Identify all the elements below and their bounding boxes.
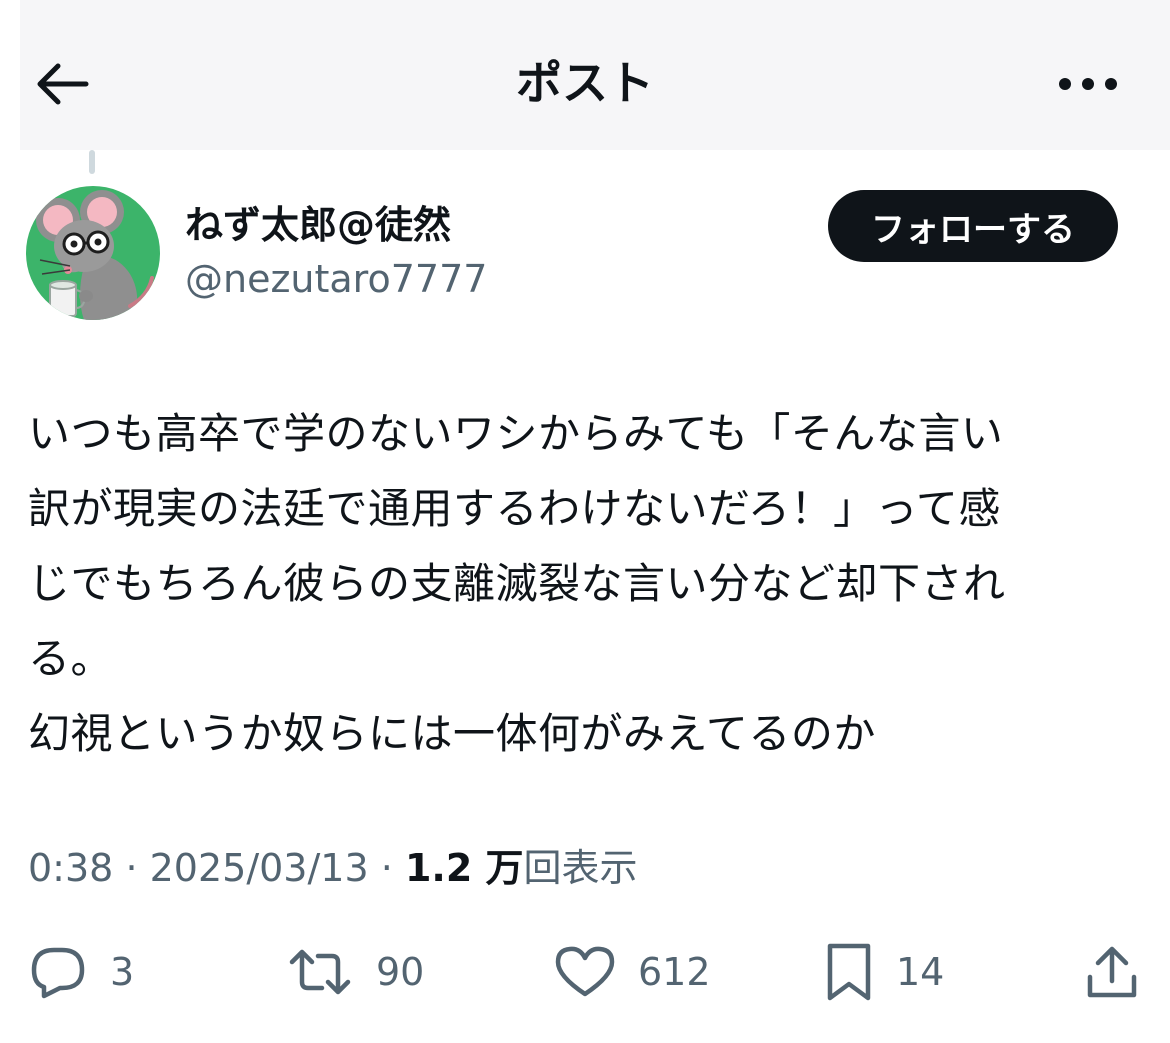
views-count: 1.2 万 xyxy=(404,846,524,890)
post-date[interactable]: 2025/03/13 xyxy=(150,846,369,890)
bookmark-count: 14 xyxy=(896,950,945,994)
repost-icon xyxy=(289,949,351,995)
action-bar: 3 90 612 14 xyxy=(0,930,1170,1014)
repost-button[interactable]: 90 xyxy=(286,930,424,1014)
bookmark-icon xyxy=(827,943,871,1001)
reply-count: 3 xyxy=(110,950,135,994)
share-button[interactable] xyxy=(1084,930,1140,1014)
share-icon xyxy=(1087,946,1137,998)
views-label: 回表示 xyxy=(523,846,638,890)
reply-icon xyxy=(31,947,85,999)
follow-button[interactable]: フォローする xyxy=(828,190,1118,262)
post-time[interactable]: 0:38 xyxy=(28,846,113,890)
like-count: 612 xyxy=(638,950,711,994)
avatar[interactable] xyxy=(26,186,160,320)
heart-icon xyxy=(555,946,615,997)
meta-separator: · xyxy=(125,846,138,890)
post-meta: 0:38 · 2025/03/13 · 1.2 万回表示 xyxy=(28,842,638,894)
thread-connector-line xyxy=(89,150,95,174)
more-horizontal-icon xyxy=(1059,78,1117,90)
bookmark-button[interactable]: 14 xyxy=(824,930,944,1014)
mouse-avatar-icon xyxy=(26,186,160,320)
page-title: ポスト xyxy=(516,56,654,110)
like-button[interactable]: 612 xyxy=(554,930,711,1014)
reply-button[interactable]: 3 xyxy=(28,930,134,1014)
post-text: いつも高卒で学のないワシからみても「そんな言い 訳が現実の法廷で通用するわけない… xyxy=(28,409,1006,758)
author-handle[interactable]: @nezutaro7777 xyxy=(185,254,487,304)
meta-separator: · xyxy=(380,846,393,890)
author-display-name[interactable]: ねず太郎@徒然 xyxy=(185,200,451,250)
repost-count: 90 xyxy=(376,950,425,994)
more-options-button[interactable] xyxy=(1050,62,1126,106)
